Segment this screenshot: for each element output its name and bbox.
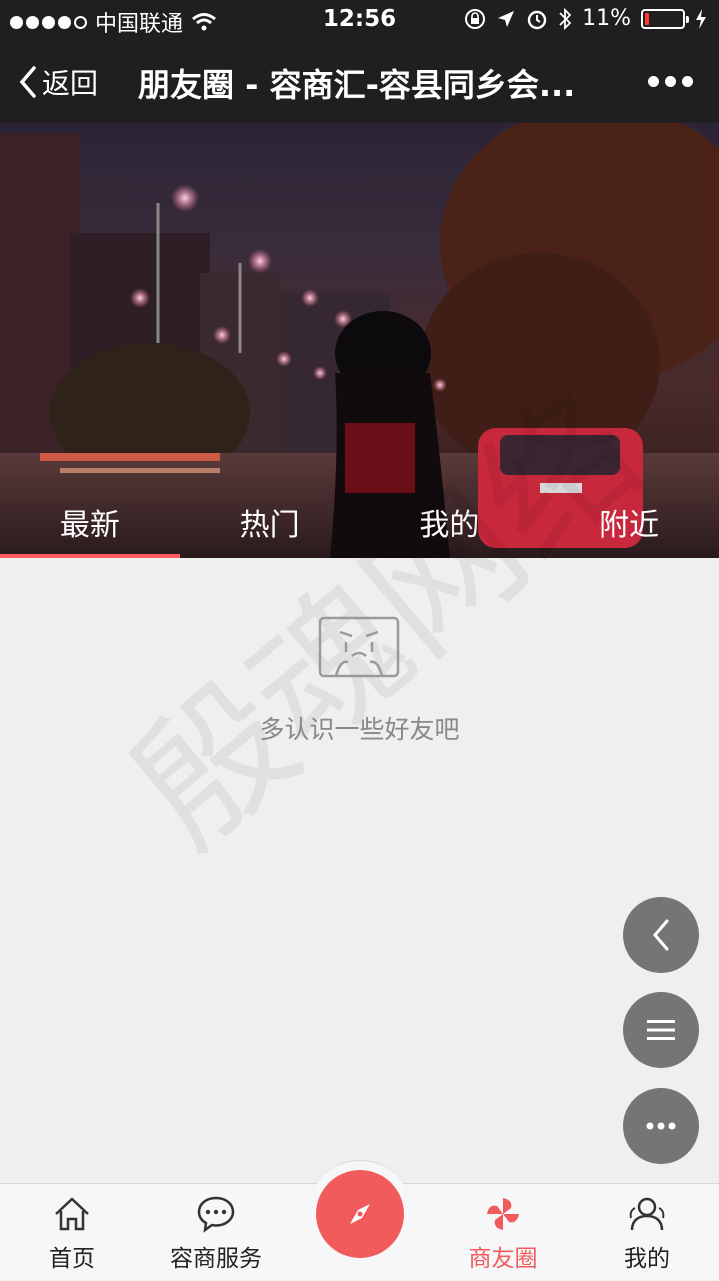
cover-banner: 最新 热门 我的 附近 xyxy=(0,123,719,558)
bottom-tab-label: 商友圈 xyxy=(468,1246,538,1272)
charging-icon xyxy=(696,8,706,29)
rotation-lock-icon xyxy=(465,8,486,29)
bottom-tab-label: 容商服务 xyxy=(170,1246,262,1272)
float-back-button[interactable] xyxy=(623,897,699,973)
battery-icon xyxy=(641,8,689,29)
bluetooth-icon xyxy=(559,7,572,30)
active-tab-indicator xyxy=(0,554,180,558)
more-options-button[interactable] xyxy=(648,76,693,87)
compass-icon xyxy=(350,1204,370,1224)
float-menu-button[interactable] xyxy=(623,992,699,1068)
bottom-tab-label: 我的 xyxy=(624,1246,670,1272)
float-more-button[interactable] xyxy=(623,1088,699,1164)
feed-tabs: 最新 热门 我的 附近 xyxy=(0,498,719,558)
user-icon xyxy=(629,1197,665,1231)
more-horizontal-icon xyxy=(646,1122,676,1130)
status-bar: 中国联通 12:56 11% xyxy=(0,0,719,40)
chevron-left-icon xyxy=(19,66,36,98)
tab-hot[interactable]: 热门 xyxy=(180,498,360,558)
alarm-icon xyxy=(527,10,547,29)
cover-image xyxy=(0,123,719,558)
bottom-tab-home[interactable]: 首页 xyxy=(2,1184,142,1281)
pinwheel-icon xyxy=(487,1198,519,1230)
bottom-tab-label: 首页 xyxy=(49,1246,95,1272)
page-title: 朋友圈 - 容商汇-容县同乡会... xyxy=(138,66,576,104)
back-button[interactable]: 返回 xyxy=(18,62,98,102)
tab-latest[interactable]: 最新 xyxy=(0,498,180,558)
tab-mine[interactable]: 我的 xyxy=(360,498,540,558)
battery-percent: 11% xyxy=(582,6,631,31)
tab-nearby[interactable]: 附近 xyxy=(539,498,719,558)
bottom-tab-me[interactable]: 我的 xyxy=(577,1184,717,1281)
crying-face-icon xyxy=(318,616,400,678)
menu-icon xyxy=(647,1020,675,1040)
compass-button[interactable] xyxy=(316,1170,404,1258)
chat-icon xyxy=(197,1196,235,1233)
bottom-tab-services[interactable]: 容商服务 xyxy=(146,1184,286,1281)
empty-state-message: 多认识一些好友吧 xyxy=(259,715,460,744)
nav-bar: 返回 朋友圈 - 容商汇-容县同乡会... xyxy=(0,40,719,123)
location-icon xyxy=(498,10,515,27)
back-label: 返回 xyxy=(42,67,99,100)
home-icon xyxy=(55,1197,89,1231)
chevron-left-icon xyxy=(653,919,669,951)
bottom-tab-business-circle[interactable]: 商友圈 xyxy=(433,1184,573,1281)
